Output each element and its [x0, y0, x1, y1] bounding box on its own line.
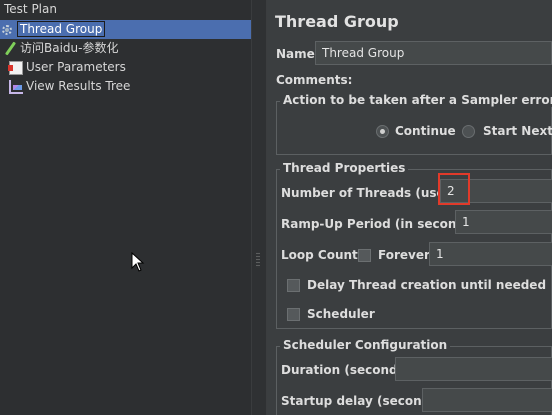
ramp-up-period-field[interactable] — [455, 210, 552, 234]
jmeter-window: Test Plan Thread Group 访问Baidu-参数化 User … — [0, 0, 552, 415]
scheduler-configuration-group: Scheduler Configuration Duration (second… — [276, 338, 552, 415]
results-tree-icon — [9, 79, 23, 94]
continue-label: Continue — [395, 124, 456, 138]
loop-count-field[interactable] — [429, 242, 552, 266]
scheduler-configuration-legend: Scheduler Configuration — [280, 338, 451, 352]
loop-count-label: Loop Count: — [281, 248, 363, 262]
tree-item-label: Thread Group — [17, 21, 106, 37]
delay-thread-creation-label: Delay Thread creation until needed — [307, 278, 547, 292]
comments-label: Comments: — [276, 73, 353, 87]
sampler-error-legend: Action to be taken after a Sampler error — [280, 93, 552, 107]
tree-item-thread-group[interactable]: Thread Group — [0, 20, 251, 39]
scheduler-label: Scheduler — [307, 307, 375, 321]
tree-item-label: Test Plan — [4, 2, 57, 16]
name-field[interactable] — [315, 41, 552, 65]
tree-item-view-results-tree[interactable]: View Results Tree — [9, 77, 130, 96]
sampler-error-group: Action to be taken after a Sampler error… — [276, 93, 552, 155]
pipette-icon — [3, 42, 17, 56]
tree-item-label: 访问Baidu-参数化 — [20, 41, 119, 55]
tree-item-http-sampler[interactable]: 访问Baidu-参数化 — [3, 39, 118, 58]
scheduler-checkbox[interactable] — [287, 308, 300, 321]
start-next-thread-radio[interactable] — [462, 125, 475, 138]
thread-properties-legend: Thread Properties — [280, 161, 409, 175]
test-plan-tree: Test Plan Thread Group 访问Baidu-参数化 User … — [0, 0, 252, 415]
forever-checkbox[interactable] — [358, 249, 371, 262]
start-next-thread-label: Start Next T — [483, 124, 552, 138]
forever-label: Forever — [378, 248, 430, 262]
name-label: Name: — [276, 47, 320, 61]
mouse-cursor-icon — [131, 252, 145, 272]
startup-delay-label: Startup delay (seconds) — [281, 394, 443, 408]
delay-thread-creation-checkbox[interactable] — [287, 279, 300, 292]
user-parameters-icon — [8, 60, 23, 75]
tree-item-label: User Parameters — [26, 60, 126, 74]
tree-item-label: View Results Tree — [26, 79, 131, 93]
continue-radio[interactable] — [376, 125, 389, 138]
startup-delay-field[interactable] — [422, 388, 552, 412]
annotation-highlight-box — [438, 173, 470, 205]
duration-field[interactable] — [395, 357, 552, 381]
thread-group-panel: Thread Group Name: Comments: Action to b… — [267, 0, 552, 415]
splitter-grip-icon[interactable] — [256, 252, 260, 268]
page-title: Thread Group — [275, 12, 399, 31]
gear-icon — [0, 23, 14, 37]
duration-label: Duration (seconds) — [281, 363, 411, 377]
thread-properties-group: Thread Properties Number of Threads (use… — [276, 161, 552, 329]
ramp-up-period-label: Ramp-Up Period (in seconds): — [281, 217, 483, 231]
split-pane-divider[interactable] — [252, 0, 267, 415]
tree-item-user-parameters[interactable]: User Parameters — [8, 58, 126, 77]
tree-item-test-plan[interactable]: Test Plan — [4, 0, 57, 19]
